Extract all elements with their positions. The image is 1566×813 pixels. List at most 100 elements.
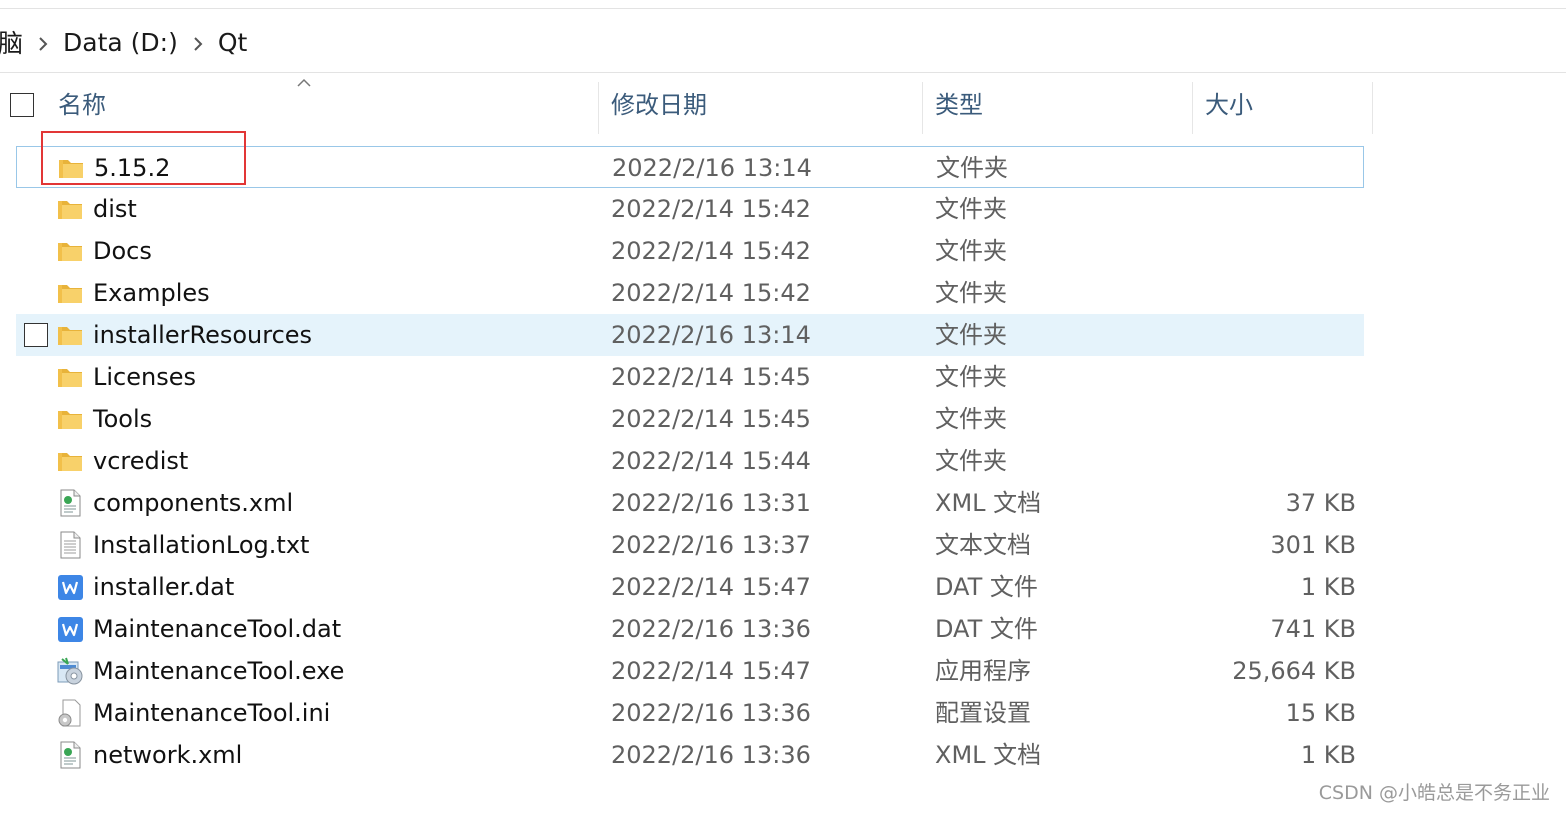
breadcrumb-item-drive-d[interactable]: Data (D:): [63, 28, 178, 57]
file-row[interactable]: Tools 2022/2/14 15:45 文件夹: [16, 398, 1364, 440]
wps-file-icon: [54, 613, 86, 645]
sort-ascending-icon: [297, 78, 311, 87]
file-name[interactable]: installerResources: [93, 314, 312, 356]
file-name[interactable]: Examples: [93, 272, 210, 314]
file-size: 1 KB: [1300, 573, 1356, 601]
column-header-name-label: 名称: [58, 91, 106, 119]
file-size: [1156, 188, 1356, 230]
folder-icon: [54, 403, 86, 435]
file-modified-date: 2022/2/16 13:37: [611, 531, 811, 559]
file-row[interactable]: installer.dat 2022/2/14 15:47 DAT 文件 1 KB: [16, 566, 1364, 608]
column-header-type[interactable]: 类型: [935, 76, 1190, 134]
file-modified-date: 2022/2/16 13:36: [611, 615, 811, 643]
column-divider[interactable]: [1372, 82, 1373, 134]
top-divider: [0, 8, 1566, 9]
breadcrumb-item-this-pc[interactable]: 脑: [0, 24, 23, 60]
file-name[interactable]: installer.dat: [93, 566, 234, 608]
installer-exe-icon: [54, 655, 86, 687]
column-header-date[interactable]: 修改日期: [611, 76, 921, 134]
file-row[interactable]: InstallationLog.txt 2022/2/16 13:37 文本文档 30…: [16, 524, 1364, 566]
file-name[interactable]: Docs: [93, 230, 152, 272]
file-modified-date: 2022/2/16 13:36: [611, 741, 811, 769]
file-size: [1156, 272, 1356, 314]
folder-icon: [54, 361, 86, 393]
file-row[interactable]: MaintenanceTool.dat 2022/2/16 13:36 DAT 文件…: [16, 608, 1364, 650]
file-row[interactable]: 5.15.2 2022/2/16 13:14 文件夹: [16, 146, 1364, 188]
file-name[interactable]: dist: [93, 188, 137, 230]
file-modified-date: 2022/2/16 13:14: [612, 154, 812, 182]
column-header-type-label: 类型: [935, 91, 983, 119]
chevron-right-icon[interactable]: [23, 28, 63, 57]
file-size: 741 KB: [1270, 615, 1356, 643]
file-size: 25,664 KB: [1232, 657, 1356, 685]
breadcrumb-item-qt[interactable]: Qt: [218, 28, 247, 57]
file-name[interactable]: InstallationLog.txt: [93, 524, 309, 566]
file-size: [1156, 356, 1356, 398]
file-modified-date: 2022/2/14 15:45: [611, 363, 811, 391]
folder-icon: [54, 235, 86, 267]
file-modified-date: 2022/2/14 15:42: [611, 195, 811, 223]
breadcrumb-divider: [0, 72, 1566, 73]
file-name[interactable]: network.xml: [93, 734, 242, 776]
file-modified-date: 2022/2/14 15:45: [611, 405, 811, 433]
file-name[interactable]: MaintenanceTool.ini: [93, 692, 330, 734]
file-type: 文本文档: [935, 531, 1031, 559]
column-divider[interactable]: [598, 82, 599, 134]
file-row[interactable]: MaintenanceTool.exe 2022/2/14 15:47 应用程序 25…: [16, 650, 1364, 692]
file-name[interactable]: vcredist: [93, 440, 188, 482]
file-name[interactable]: Tools: [93, 398, 152, 440]
file-modified-date: 2022/2/14 15:42: [611, 279, 811, 307]
watermark: CSDN @小皓总是不务正业: [1318, 782, 1550, 804]
row-checkbox[interactable]: [24, 323, 48, 347]
file-type: 配置设置: [935, 699, 1031, 727]
file-row[interactable]: Licenses 2022/2/14 15:45 文件夹: [16, 356, 1364, 398]
file-size: 37 KB: [1285, 489, 1356, 517]
file-row[interactable]: components.xml 2022/2/16 13:31 XML 文档 37 KB: [16, 482, 1364, 524]
file-size: 1 KB: [1300, 741, 1356, 769]
folder-icon: [55, 152, 87, 184]
column-header-name[interactable]: 名称: [58, 76, 598, 134]
file-modified-date: 2022/2/14 15:42: [611, 237, 811, 265]
chevron-right-icon[interactable]: [178, 28, 218, 57]
file-row[interactable]: installerResources 2022/2/16 13:14 文件夹: [16, 314, 1364, 356]
file-name[interactable]: MaintenanceTool.exe: [93, 650, 344, 692]
column-header-date-label: 修改日期: [611, 91, 707, 119]
file-name[interactable]: components.xml: [93, 482, 293, 524]
file-explorer-window: 脑 Data (D:) Qt 名称 修改日期 类型 大小 5.15.2 2022…: [0, 0, 1566, 813]
column-header-row: 名称 修改日期 类型 大小: [0, 76, 1566, 134]
file-modified-date: 2022/2/16 13:31: [611, 489, 811, 517]
file-size: [1155, 147, 1355, 189]
file-type: 文件夹: [935, 405, 1007, 433]
file-row[interactable]: vcredist 2022/2/14 15:44 文件夹: [16, 440, 1364, 482]
column-divider[interactable]: [1192, 82, 1193, 134]
select-all-checkbox[interactable]: [10, 93, 34, 117]
file-modified-date: 2022/2/16 13:14: [611, 321, 811, 349]
column-header-size[interactable]: 大小: [1205, 76, 1370, 134]
file-modified-date: 2022/2/14 15:47: [611, 573, 811, 601]
file-type: 应用程序: [935, 657, 1031, 685]
file-type: DAT 文件: [935, 573, 1038, 601]
file-size: [1156, 440, 1356, 482]
file-modified-date: 2022/2/14 15:44: [611, 447, 811, 475]
xml-file-icon: [54, 487, 86, 519]
file-row[interactable]: network.xml 2022/2/16 13:36 XML 文档 1 KB: [16, 734, 1364, 776]
file-type: DAT 文件: [935, 615, 1038, 643]
file-name[interactable]: MaintenanceTool.dat: [93, 608, 341, 650]
file-type: 文件夹: [936, 154, 1008, 182]
file-size: 15 KB: [1285, 699, 1356, 727]
file-type: 文件夹: [935, 237, 1007, 265]
file-row[interactable]: Examples 2022/2/14 15:42 文件夹: [16, 272, 1364, 314]
file-type: 文件夹: [935, 321, 1007, 349]
file-name[interactable]: Licenses: [93, 356, 196, 398]
file-type: XML 文档: [935, 741, 1042, 769]
column-divider[interactable]: [922, 82, 923, 134]
file-row[interactable]: MaintenanceTool.ini 2022/2/16 13:36 配置设置 15…: [16, 692, 1364, 734]
file-type: 文件夹: [935, 195, 1007, 223]
text-file-icon: [54, 529, 86, 561]
folder-icon: [54, 277, 86, 309]
file-row[interactable]: dist 2022/2/14 15:42 文件夹: [16, 188, 1364, 230]
file-name[interactable]: 5.15.2: [94, 147, 170, 189]
file-type: 文件夹: [935, 279, 1007, 307]
xml-file-icon: [54, 739, 86, 771]
file-row[interactable]: Docs 2022/2/14 15:42 文件夹: [16, 230, 1364, 272]
